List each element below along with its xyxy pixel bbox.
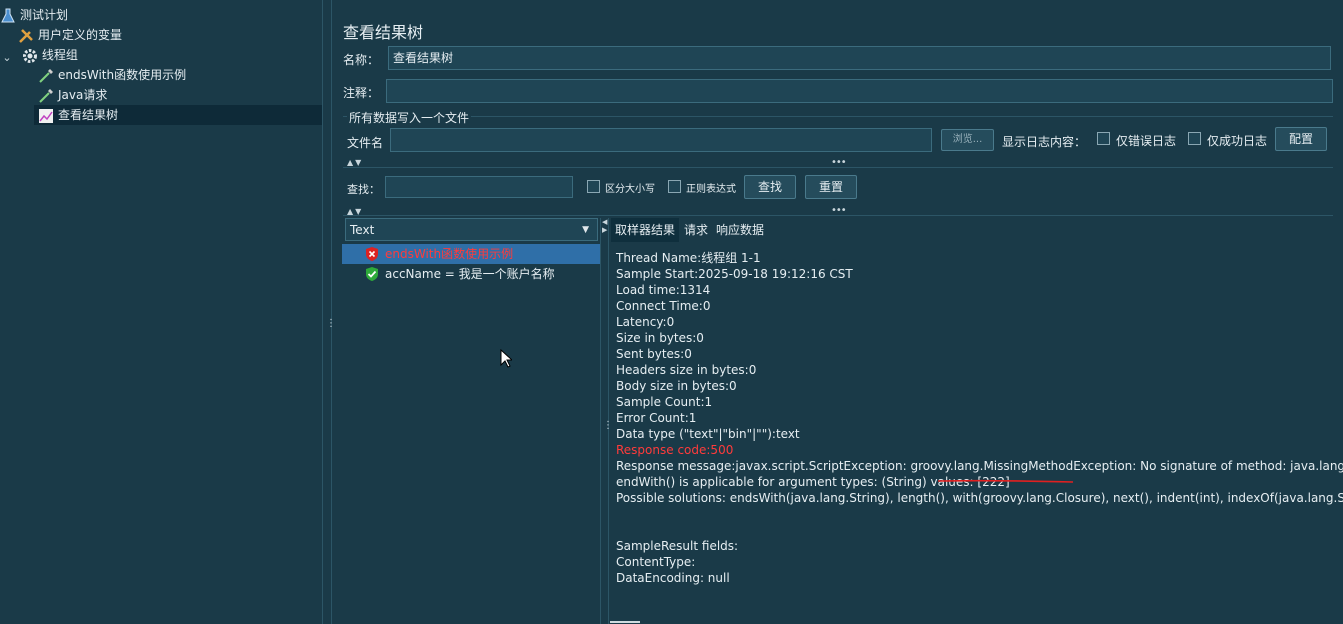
detail-line: Body size in bytes:0 (616, 379, 737, 393)
error-shield-icon (364, 246, 380, 262)
tab-sampler-result[interactable]: 取样器结果 (611, 218, 680, 242)
name-field[interactable]: 查看结果树 (388, 46, 1331, 70)
search-label: 查找： (347, 183, 380, 196)
detail-line: Load time:1314 (616, 283, 711, 297)
collapse-arrows[interactable]: ◀ ▶ (602, 218, 607, 234)
results-splitter[interactable]: ◀ ▶ ⋮ (600, 218, 613, 624)
reset-button[interactable]: 重置 (805, 175, 857, 199)
mouse-cursor-icon (500, 348, 514, 371)
scroll-thumb[interactable] (610, 621, 640, 623)
detail-line: Possible solutions: endsWith(java.lang.S… (616, 491, 1343, 505)
splitter-grip: ⋮ (603, 420, 613, 431)
splitter-grip: ⋮ (326, 318, 336, 329)
renderer-select-value: Text (350, 223, 375, 237)
tree-item-label: 测试计划 (20, 8, 69, 22)
collapse-arrows[interactable]: ▲▼ (347, 158, 363, 167)
detail-line: Sample Start:2025-09-18 19:12:16 CST (616, 267, 853, 281)
tree-item-thread-group[interactable]: ⌄ 线程组 (0, 45, 78, 65)
tree-item-test-plan[interactable]: 测试计划 (0, 5, 68, 25)
success-only-label: 仅成功日志 (1207, 134, 1268, 148)
tree-item-java-request[interactable]: Java请求 (38, 85, 107, 105)
divider (343, 215, 1333, 216)
log-content-label: 显示日志内容： (1002, 135, 1087, 149)
chevron-down-icon: ▼ (582, 225, 589, 235)
case-sensitive-checkbox[interactable] (587, 180, 600, 193)
detail-line: Error Count:1 (616, 411, 697, 425)
wrench-icon (18, 28, 34, 44)
dropper-icon (38, 88, 54, 104)
case-sensitive-label: 区分大小写 (605, 184, 655, 195)
detail-line: Headers size in bytes:0 (616, 363, 757, 377)
divider (343, 167, 1333, 168)
result-label: accName = 我是一个账户名称 (385, 267, 555, 281)
success-shield-icon (364, 266, 380, 282)
divider (343, 116, 1333, 117)
dropper-icon (38, 68, 54, 84)
detail-line: Sent bytes:0 (616, 347, 692, 361)
tree-item-user-variables[interactable]: 用户定义的变量 (18, 25, 122, 45)
detail-line: Thread Name:线程组 1-1 (616, 251, 761, 265)
tab-response-data[interactable]: 响应数据 (712, 218, 768, 242)
flask-icon (0, 8, 16, 24)
search-input[interactable] (385, 176, 573, 198)
result-list: endsWith函数使用示例 accName = 我是一个账户名称 (342, 242, 600, 624)
tree-item-label: Java请求 (58, 88, 108, 102)
file-name-field[interactable] (390, 128, 932, 152)
result-label: endsWith函数使用示例 (385, 247, 514, 261)
detail-line: Sample Count:1 (616, 395, 713, 409)
file-label: 文件名 (347, 136, 384, 150)
tree-item-label: 查看结果树 (58, 108, 119, 122)
tree-splitter[interactable]: ⋮ (322, 0, 336, 624)
name-label: 名称： (343, 53, 380, 67)
regex-label: 正则表达式 (686, 184, 736, 195)
tree-item-label: endsWith函数使用示例 (58, 68, 187, 82)
chart-icon (38, 108, 54, 124)
errors-only-label: 仅错误日志 (1116, 134, 1177, 148)
test-plan-tree: 测试计划 用户定义的变量 ⌄ 线程组 endsWith函数使用示例 Java请求… (0, 0, 322, 624)
detail-line: Connect Time:0 (616, 299, 711, 313)
list-item[interactable]: endsWith函数使用示例 (342, 244, 600, 264)
detail-line: Size in bytes:0 (616, 331, 704, 345)
detail-line: Data type ("text"|"bin"|""):text (616, 427, 800, 441)
comment-field[interactable] (386, 79, 1333, 103)
browse-button[interactable]: 浏览... (941, 129, 994, 151)
regex-checkbox[interactable] (668, 180, 681, 193)
underline-annotation (937, 473, 1074, 483)
detail-line: Response message:javax.script.ScriptExce… (616, 459, 1343, 473)
detail-line: Latency:0 (616, 315, 675, 329)
renderer-select[interactable]: Text ▼ (345, 218, 598, 241)
detail-line: Response code:500 (616, 443, 734, 457)
errors-only-checkbox[interactable] (1097, 132, 1110, 145)
tree-item-endswith-sampler[interactable]: endsWith函数使用示例 (38, 65, 186, 85)
file-section-label: 所有数据写入一个文件 (347, 109, 472, 126)
tree-item-label: 用户定义的变量 (38, 28, 123, 42)
gear-icon (22, 48, 38, 64)
list-item[interactable]: accName = 我是一个账户名称 (342, 264, 600, 284)
detail-line: ContentType: (616, 555, 696, 569)
detail-line: DataEncoding: null (616, 571, 730, 585)
chevron-down-icon[interactable]: ⌄ (0, 48, 14, 64)
configure-button[interactable]: 配置 (1275, 127, 1327, 151)
find-button[interactable]: 查找 (744, 175, 796, 199)
success-only-checkbox[interactable] (1188, 132, 1201, 145)
tree-item-label: 线程组 (41, 48, 78, 62)
tab-request[interactable]: 请求 (680, 218, 712, 242)
comment-label: 注释： (343, 86, 380, 100)
tree-item-view-results-tree[interactable]: 查看结果树 (34, 105, 322, 125)
page-title: 查看结果树 (343, 23, 424, 42)
detail-line: SampleResult fields: (616, 539, 739, 553)
